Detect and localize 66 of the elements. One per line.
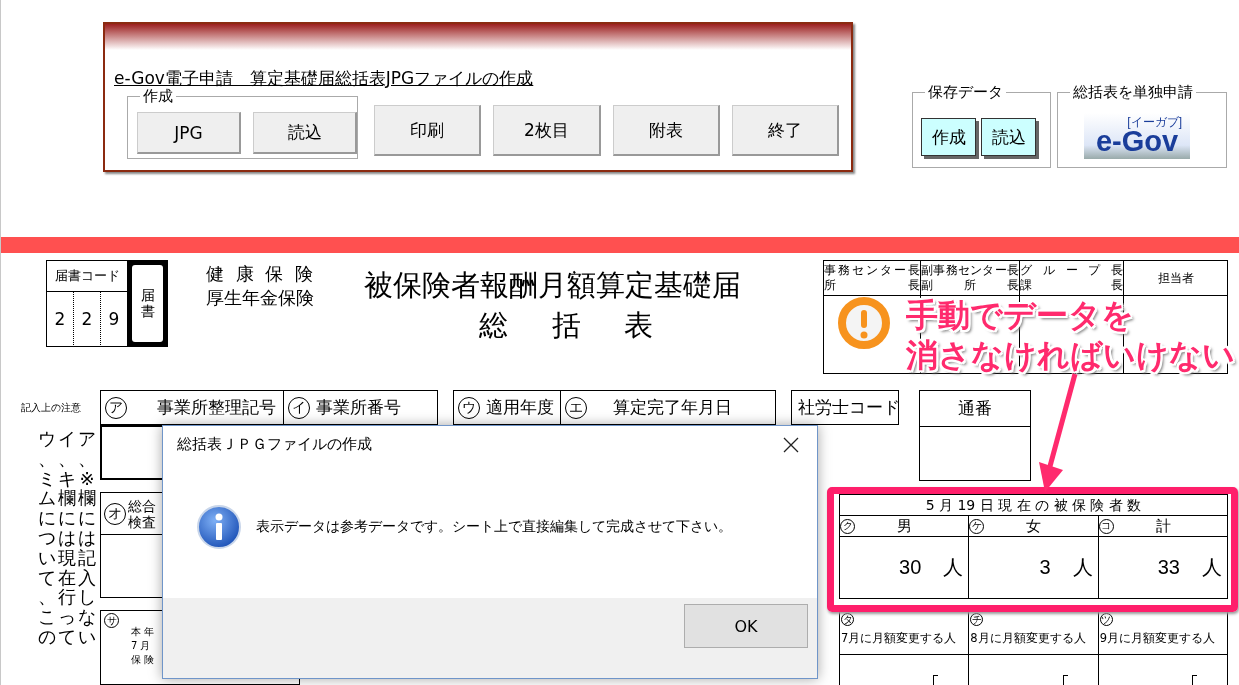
header-text: 総合 bbox=[128, 497, 156, 514]
header-text: 女 bbox=[1025, 516, 1043, 536]
note-text: ウ、ミムについて、この bbox=[38, 429, 56, 647]
header-text: 事業所整理記号 bbox=[157, 396, 276, 419]
header-text: 男 bbox=[896, 516, 914, 536]
note-text: ア、※欄には記入しない bbox=[78, 429, 96, 647]
unit-label: 人 bbox=[1072, 554, 1093, 581]
count-value: 33 bbox=[1157, 556, 1180, 579]
header-text: 9月に月額変更する人 bbox=[1099, 631, 1215, 646]
header-text: グループ長 bbox=[1020, 263, 1123, 278]
note-text: イ、キ欄には現在行って bbox=[58, 429, 76, 647]
insurance-name: 厚生年金保険 bbox=[206, 286, 315, 310]
egov-logo-button[interactable]: [イーガブ] e-Gov bbox=[1084, 113, 1190, 159]
header-text: 検査 bbox=[128, 513, 156, 530]
form-code-digit: 2 bbox=[53, 308, 67, 331]
header-text: 計 bbox=[1154, 516, 1172, 536]
dialog-message: 表示データは参考データです。シート上で直接編集して完成させて下さい。 bbox=[256, 517, 732, 536]
form-code-digit: 2 bbox=[73, 292, 100, 347]
header-text: 事務センター長 bbox=[824, 263, 920, 278]
header-text: 事業所番号 bbox=[316, 396, 401, 419]
header-text: 副事務センター長 bbox=[921, 263, 1019, 278]
count-value: 3 bbox=[1039, 556, 1051, 579]
header-text: 算定完了年月日 bbox=[613, 396, 732, 419]
header-text: 社労士コード bbox=[798, 396, 900, 419]
dialog-title: 総括表ＪＰＧファイルの作成 bbox=[177, 435, 372, 454]
form-code-label: 届書コード bbox=[47, 261, 127, 292]
toolbar-button[interactable]: 終了 bbox=[731, 105, 839, 156]
form-code-digit: 9 bbox=[100, 292, 127, 347]
header-text: 本年 bbox=[131, 625, 157, 639]
unit-label: 人 bbox=[943, 554, 964, 581]
group-label: 作成 bbox=[140, 87, 176, 105]
insurance-name: 健 康 保 険 bbox=[206, 262, 317, 286]
header-text: 7月に月額変更する人 bbox=[841, 631, 957, 646]
header-text: 所長 bbox=[824, 278, 920, 293]
info-icon bbox=[196, 503, 242, 550]
header-text: 副所長 bbox=[921, 278, 1019, 293]
saved-data-button[interactable]: 読込 bbox=[981, 118, 1036, 156]
close-icon[interactable] bbox=[783, 436, 799, 453]
toolbar-button[interactable]: 附表 bbox=[612, 105, 720, 156]
header-text: 7月 bbox=[131, 639, 155, 653]
bracket-mark bbox=[1192, 675, 1197, 685]
header-text: 8月に月額変更する人 bbox=[970, 631, 1086, 646]
toolbar-button[interactable]: 読込 bbox=[253, 112, 357, 154]
table-header-cell: 5 月 19 日 現 在 の 被 保 険 者 数 bbox=[840, 495, 1227, 516]
header-text: 保険 bbox=[131, 653, 157, 667]
ok-button[interactable]: OK bbox=[684, 604, 808, 648]
toolbar-button[interactable]: 印刷 bbox=[374, 105, 482, 156]
count-value: 30 bbox=[899, 556, 922, 579]
form-subtitle: 総括表 bbox=[479, 307, 697, 344]
header-text: 担当者 bbox=[1156, 270, 1195, 286]
toolbar-button[interactable]: JPG bbox=[137, 112, 241, 154]
saved-data-button[interactable]: 作成 bbox=[921, 118, 976, 156]
unit-label: 人 bbox=[1202, 554, 1222, 581]
table-header-cell: 通番 bbox=[920, 391, 1030, 427]
bracket-mark bbox=[1062, 675, 1068, 685]
bracket-mark bbox=[933, 675, 939, 685]
toolbar-title: e-Gov電子申請 算定基礎届総括表JPGファイルの作成 bbox=[114, 67, 535, 89]
warning-icon bbox=[836, 295, 892, 351]
form-title: 被保険者報酬月額算定基礎届 bbox=[364, 267, 741, 304]
toolbar-button[interactable]: 2枚目 bbox=[493, 105, 601, 156]
document-label: 届書 bbox=[132, 265, 163, 342]
notes-label: 記入上の注意 bbox=[21, 401, 81, 415]
group-label: 保存データ bbox=[925, 83, 1006, 101]
group-label: 総括表を単独申請 bbox=[1070, 83, 1196, 101]
header-text: 適用年度 bbox=[486, 396, 554, 419]
header-text: 課長 bbox=[1020, 278, 1123, 293]
